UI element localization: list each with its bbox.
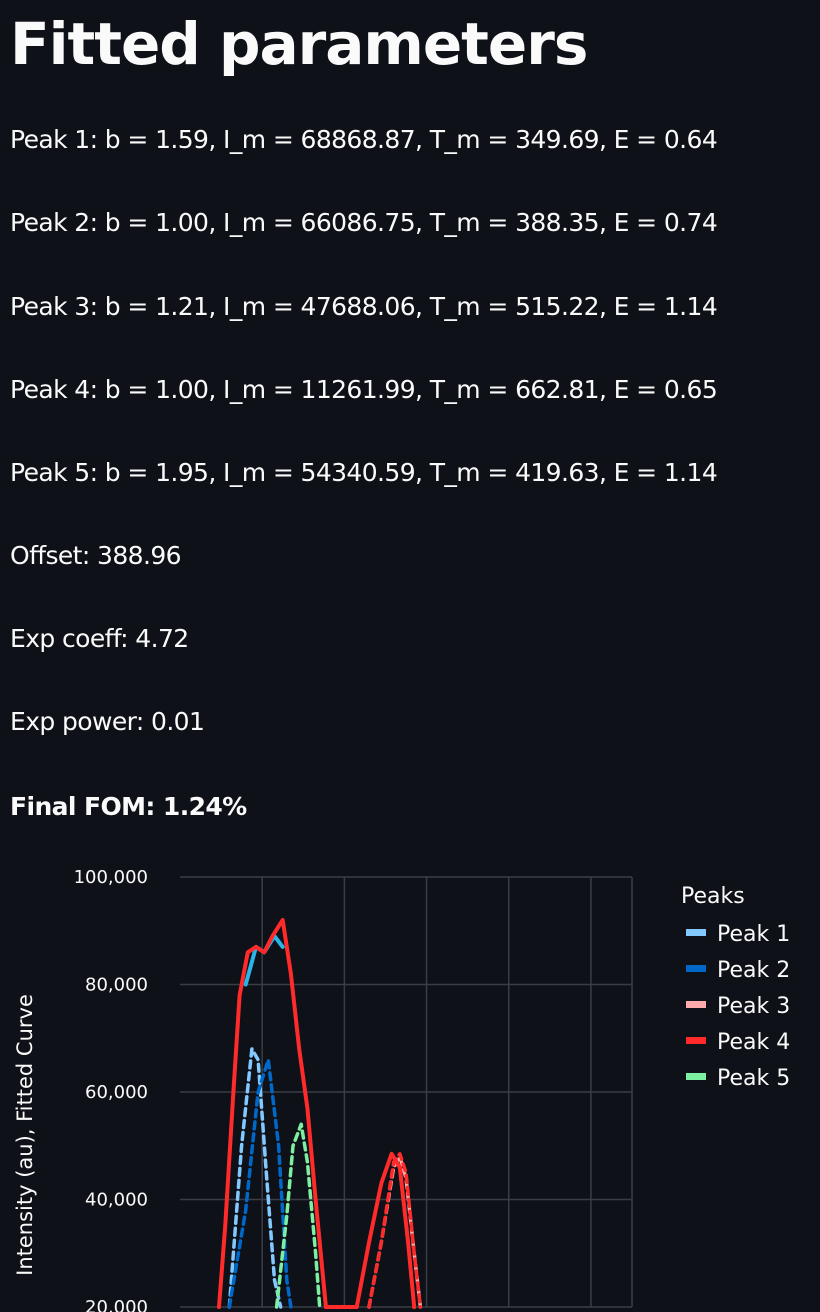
intensity-chart[interactable]: 100,000 80,000 60,000 40,000 20,000 Intensit… <box>0 855 820 1312</box>
measured-curve-line <box>243 934 285 987</box>
legend-swatch <box>686 1001 706 1008</box>
y-tick-label: 60,000 <box>85 1082 148 1103</box>
final-fom: Final FOM: 1.24% <box>10 792 247 821</box>
legend-item-label[interactable]: Peak 2 <box>717 958 790 983</box>
param-peak-2: Peak 2: b = 1.00, I_m = 66086.75, T_m = … <box>10 208 718 237</box>
param-peak-4: Peak 4: b = 1.00, I_m = 11261.99, T_m = … <box>10 375 718 404</box>
legend-swatch <box>686 1037 706 1044</box>
legend-item-label[interactable]: Peak 5 <box>717 1066 790 1091</box>
y-tick-label: 20,000 <box>85 1297 148 1312</box>
legend-item-label[interactable]: Peak 3 <box>717 994 790 1019</box>
legend-item-label[interactable]: Peak 4 <box>717 1030 790 1055</box>
chart-lines <box>217 918 423 1309</box>
legend-item-label[interactable]: Peak 1 <box>717 922 790 947</box>
page-title: Fitted parameters <box>10 10 588 78</box>
y-axis-label: Intensity (au), Fitted Curve <box>13 994 37 1276</box>
y-tick-label: 100,000 <box>74 867 148 888</box>
legend-swatch <box>686 929 706 936</box>
legend-swatch <box>686 1073 706 1080</box>
y-tick-label: 80,000 <box>85 975 148 996</box>
param-exp-coeff: Exp coeff: 4.72 <box>10 624 189 653</box>
y-tick-labels: 100,000 80,000 60,000 40,000 20,000 <box>74 867 148 1312</box>
param-exp-power: Exp power: 0.01 <box>10 707 205 736</box>
legend-title: Peaks <box>681 884 745 909</box>
param-peak-1: Peak 1: b = 1.59, I_m = 68868.87, T_m = … <box>10 125 718 154</box>
chart-legend[interactable]: Peaks Peak 1 Peak 2 Peak 3 Peak 4 Peak 5 <box>681 884 790 1091</box>
y-tick-label: 40,000 <box>85 1190 148 1211</box>
param-offset: Offset: 388.96 <box>10 541 182 570</box>
param-peak-3: Peak 3: b = 1.21, I_m = 47688.06, T_m = … <box>10 292 718 321</box>
legend-swatch <box>686 965 706 972</box>
param-peak-5: Peak 5: b = 1.95, I_m = 54340.59, T_m = … <box>10 458 718 487</box>
